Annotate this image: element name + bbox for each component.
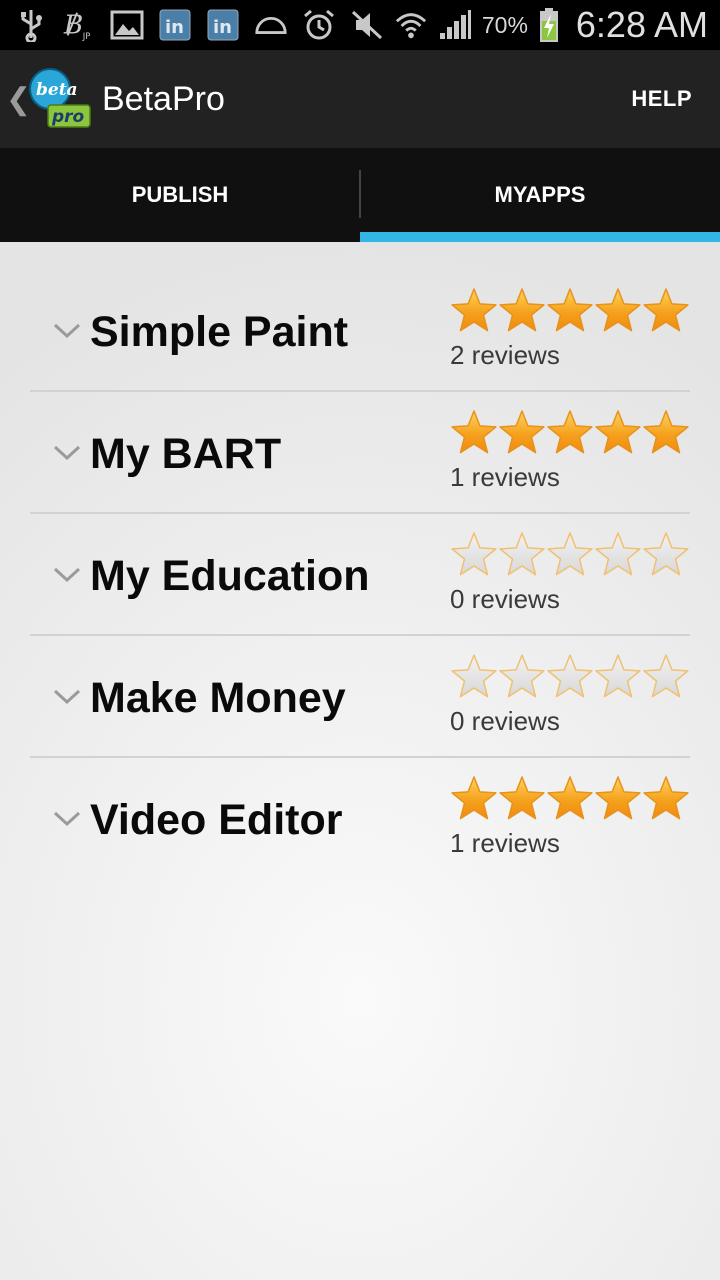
tab-label: MYAPPS	[494, 182, 586, 207]
action-bar: ❮ beta pro BetaPro HELP	[0, 50, 720, 148]
linkedin-icon: in	[158, 8, 192, 42]
logo-beta-text: beta	[36, 80, 78, 100]
star-filled-icon	[547, 776, 593, 820]
star-filled-icon	[499, 776, 545, 820]
mute-icon	[350, 8, 384, 42]
review-count: 0 reviews	[450, 584, 560, 614]
star-empty-icon	[595, 654, 641, 698]
star-rating	[450, 408, 690, 456]
star-empty-icon	[451, 532, 497, 576]
chevron-down-icon	[53, 689, 81, 705]
linkedin-icon: in	[206, 8, 240, 42]
battery-percentage: 70%	[481, 11, 528, 38]
star-empty-icon	[643, 654, 689, 698]
chevron-down-icon	[53, 567, 81, 583]
star-filled-icon	[451, 776, 497, 820]
star-filled-icon	[643, 410, 689, 454]
star-filled-icon	[547, 288, 593, 332]
image-icon	[110, 8, 144, 42]
svg-text:B: B	[63, 10, 83, 41]
star-empty-icon	[451, 654, 497, 698]
list-item[interactable]: My Education 0 reviews	[30, 514, 690, 636]
svg-text:in: in	[165, 17, 184, 38]
tab-publish[interactable]: PUBLISH	[0, 148, 360, 242]
star-filled-icon	[595, 410, 641, 454]
review-count: 0 reviews	[450, 706, 560, 736]
alarm-icon	[302, 8, 336, 42]
wifi-icon	[394, 8, 428, 42]
chevron-down-icon	[53, 811, 81, 827]
list-item[interactable]: Simple Paint 2 reviews	[30, 270, 690, 392]
star-filled-icon	[451, 288, 497, 332]
back-chevron-icon[interactable]: ❮	[6, 82, 31, 117]
tab-myapps[interactable]: MYAPPS	[360, 148, 720, 242]
star-empty-icon	[499, 654, 545, 698]
half-circle-icon	[254, 8, 288, 42]
signal-icon	[438, 8, 472, 42]
tab-divider	[359, 170, 361, 218]
battery-icon	[538, 8, 560, 42]
star-filled-icon	[451, 410, 497, 454]
star-filled-icon	[643, 776, 689, 820]
star-filled-icon	[547, 410, 593, 454]
star-filled-icon	[643, 288, 689, 332]
app-name: My Education	[90, 552, 370, 600]
clock: 6:28 AM	[575, 4, 708, 45]
list-item[interactable]: Make Money 0 reviews	[30, 636, 690, 758]
app-name: Video Editor	[90, 796, 343, 844]
review-count: 2 reviews	[450, 340, 560, 370]
star-rating	[450, 774, 690, 822]
star-filled-icon	[499, 288, 545, 332]
tab-label: PUBLISH	[131, 182, 229, 207]
star-empty-icon	[595, 532, 641, 576]
star-empty-icon	[547, 654, 593, 698]
svg-text:in: in	[213, 17, 232, 38]
logo-pro-text: pro	[51, 107, 85, 127]
star-rating	[450, 652, 690, 700]
list-item[interactable]: Video Editor 1 reviews	[30, 758, 690, 878]
app-logo[interactable]: beta pro	[28, 67, 92, 131]
star-empty-icon	[547, 532, 593, 576]
star-filled-icon	[499, 410, 545, 454]
review-count: 1 reviews	[450, 462, 560, 492]
usb-icon	[14, 8, 48, 42]
selected-tab-indicator	[360, 232, 720, 242]
chevron-down-icon	[53, 323, 81, 339]
chevron-down-icon	[53, 445, 81, 461]
app-name: Make Money	[90, 674, 346, 722]
help-button[interactable]: HELP	[631, 86, 692, 112]
app-name: My BART	[90, 430, 282, 478]
app-name: Simple Paint	[90, 308, 349, 356]
app-list: Simple Paint 2 reviews My BART 1 reviews…	[30, 270, 690, 878]
star-rating	[450, 286, 690, 334]
star-empty-icon	[643, 532, 689, 576]
tab-bar: PUBLISH MYAPPS	[0, 148, 720, 242]
star-rating	[450, 530, 690, 578]
svg-text:JP: JP	[82, 32, 91, 42]
status-bar: B JP in in 70% 6:28 AM	[0, 0, 720, 50]
star-filled-icon	[595, 776, 641, 820]
list-item[interactable]: My BART 1 reviews	[30, 392, 690, 514]
beta-jp-icon: B JP	[62, 8, 96, 43]
star-filled-icon	[595, 288, 641, 332]
star-empty-icon	[499, 532, 545, 576]
app-title: BetaPro	[102, 79, 225, 118]
review-count: 1 reviews	[450, 828, 560, 858]
